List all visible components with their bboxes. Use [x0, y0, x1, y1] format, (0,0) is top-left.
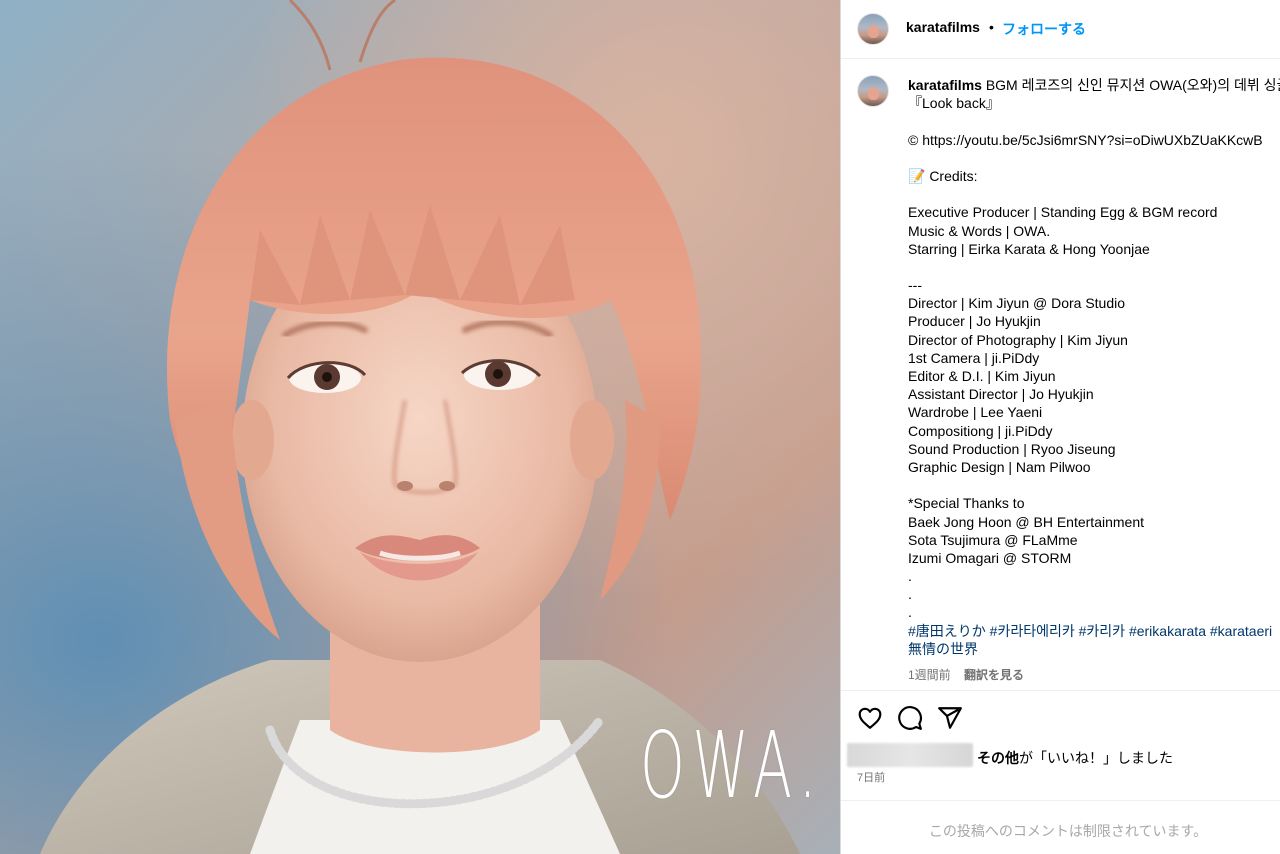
caption-line: Compositiong | ji.PiDdy: [908, 422, 1053, 439]
liked-by-text: その他が「いいね！」しました: [977, 748, 1173, 768]
hashtags-link[interactable]: #唐田えりか #카라타에리카 #카리카 #erikakarata #karata…: [908, 622, 1280, 640]
caption-time[interactable]: 1週間前: [908, 668, 951, 682]
caption-line: Music & Words | OWA.: [908, 222, 1051, 239]
comment-icon[interactable]: [897, 705, 923, 731]
post-image[interactable]: OWA.: [0, 0, 840, 854]
post-overlay-text: OWA.: [640, 712, 825, 819]
follow-button[interactable]: フォローする: [1002, 19, 1086, 39]
caption-line: [908, 476, 1280, 494]
heart-icon[interactable]: [857, 705, 883, 731]
caption-line: Editor & D.I. | Kim Jiyun: [908, 368, 1056, 384]
translate-button[interactable]: 翻訳を見る: [964, 668, 1024, 682]
caption-line: Sound Production | Ryoo Jiseung: [908, 440, 1116, 457]
caption-line: [908, 112, 1280, 130]
hashtags-link[interactable]: 無情の世界: [908, 640, 1280, 658]
avatar[interactable]: [857, 13, 889, 45]
caption-line: [908, 258, 1280, 276]
caption-line: Izumi Omagari @ STORM: [908, 549, 1072, 566]
caption-line: *Special Thanks to: [908, 495, 1025, 512]
caption-line: 📝 Credits:: [908, 167, 978, 184]
caption-username-link[interactable]: karatafilms: [908, 77, 982, 93]
caption-line: Assistant Director | Jo Hyukjin: [908, 386, 1094, 403]
caption-line: Wardrobe | Lee Yaeni: [908, 404, 1043, 421]
post-header: karatafilms • フォローする: [841, 0, 1280, 59]
blurred-username: [847, 743, 973, 767]
separator-dot: •: [989, 19, 994, 35]
caption-first-line: karatafilms BGM 레코즈의 신인 뮤지션 OWA(오와)의 데뷔 …: [908, 76, 1280, 94]
caption-line: Baek Jong Hoon @ BH Entertainment: [908, 513, 1145, 530]
caption-line: Director | Kim Jiyun @ Dora Studio: [908, 295, 1126, 312]
caption-line: .: [908, 604, 912, 621]
caption-line: © https://youtu.be/5cJsi6mrSNY?si=oDiwUX…: [908, 131, 1263, 148]
caption-text: BGM 레코즈의 신인 뮤지션 OWA(오와)의 데뷔 싱글: [981, 77, 1280, 93]
post-date[interactable]: 7日前: [857, 769, 885, 785]
caption-line: 1st Camera | ji.PiDdy: [908, 349, 1040, 366]
caption-avatar[interactable]: [857, 75, 889, 107]
paper-plane-icon[interactable]: [937, 705, 963, 731]
post-side-panel: karatafilms • フォローする karatafilms BGM 레코즈…: [840, 0, 1280, 854]
likes-others-link[interactable]: その他: [977, 750, 1019, 766]
caption-line: .: [908, 586, 912, 603]
caption-line: Executive Producer | Standing Egg & BGM …: [908, 204, 1218, 221]
caption-line: ---: [908, 277, 922, 294]
comments-limited-message: この投稿へのコメントは制限されています。: [928, 823, 1208, 839]
divider: [841, 800, 1280, 801]
caption-meta: 1週間前 翻訳を見る: [908, 666, 1024, 683]
caption-line: [908, 185, 1280, 203]
header-username-link[interactable]: karatafilms: [906, 19, 980, 35]
caption-line: Sota Tsujimura @ FLaMme: [908, 531, 1078, 548]
likes-suffix: が「いいね！」しました: [1019, 750, 1173, 766]
caption-line: Producer | Jo Hyukjin: [908, 313, 1041, 330]
caption-line: Starring | Eirka Karata & Hong Yoonjae: [908, 240, 1150, 257]
caption-line: [908, 149, 1280, 167]
post-caption: karatafilms BGM 레코즈의 신인 뮤지션 OWA(오와)의 데뷔 …: [908, 76, 1280, 658]
divider: [841, 690, 1280, 691]
caption-line: 『Look back』: [908, 95, 1000, 112]
caption-line: .: [908, 568, 912, 585]
caption-line: Director of Photography | Kim Jiyun: [908, 331, 1128, 348]
caption-line: Graphic Design | Nam Pilwoo: [908, 458, 1091, 475]
